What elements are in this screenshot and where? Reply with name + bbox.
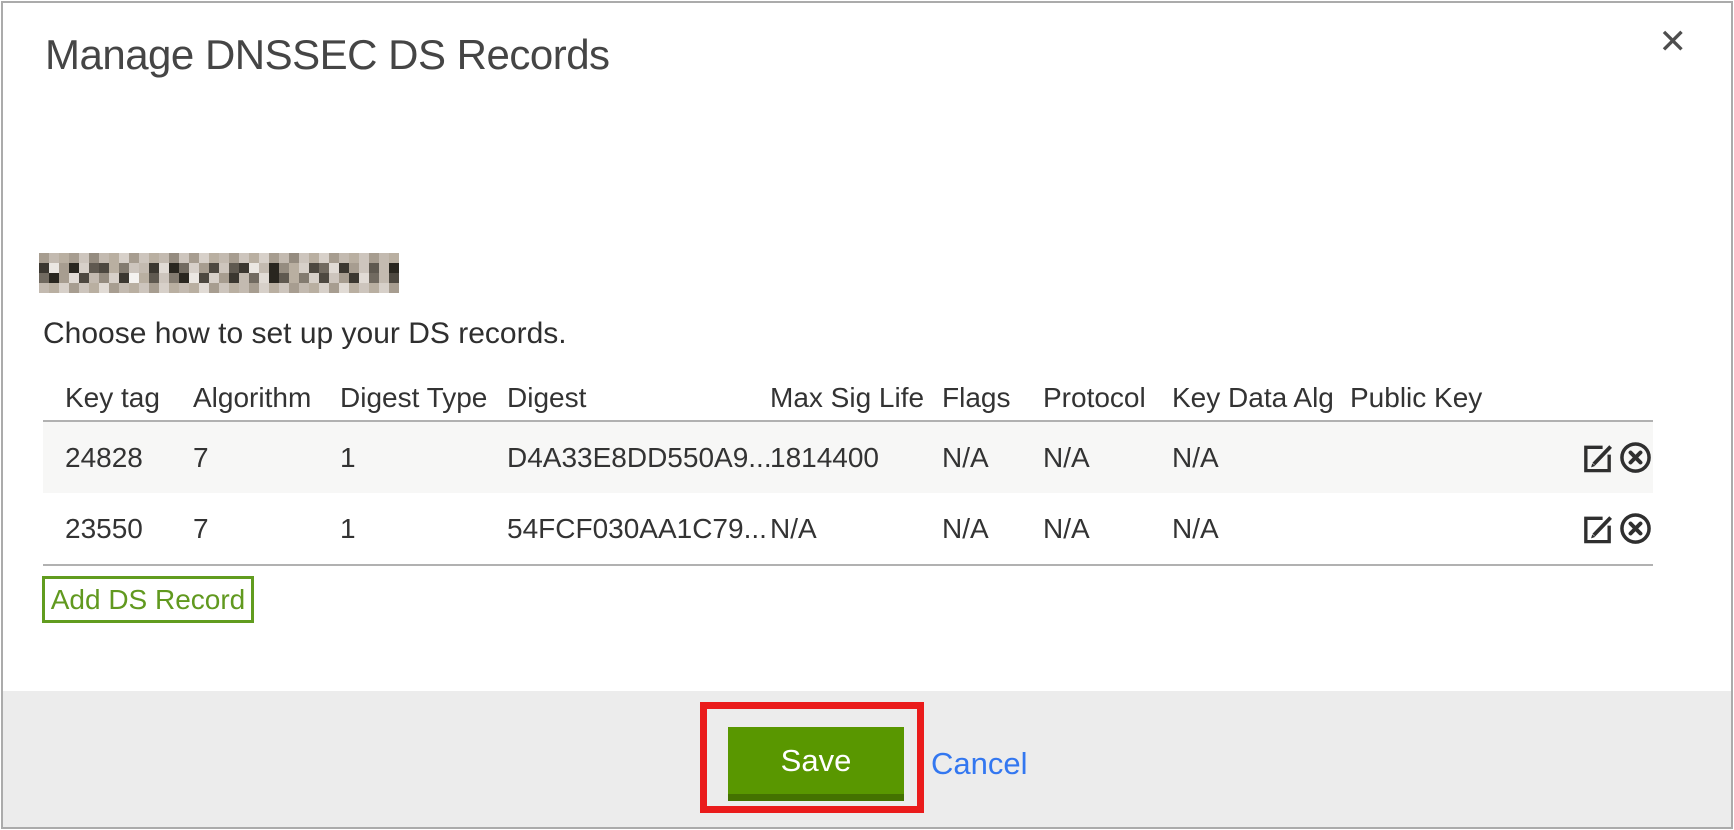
col-digest: Digest <box>507 382 770 414</box>
col-flags: Flags <box>942 382 1043 414</box>
cell-key-data-alg: N/A <box>1172 513 1350 545</box>
col-max-sig-life: Max Sig Life <box>770 382 942 414</box>
cell-digest: D4A33E8DD550A9... <box>507 442 770 474</box>
cell-algorithm: 7 <box>193 513 340 545</box>
cell-digest-type: 1 <box>340 442 507 474</box>
delete-record-icon[interactable] <box>1618 440 1653 475</box>
row-actions <box>1557 440 1653 475</box>
page-title: Manage DNSSEC DS Records <box>45 31 610 79</box>
edit-record-icon[interactable] <box>1580 511 1615 546</box>
cell-key-tag: 23550 <box>65 513 193 545</box>
cell-max-sig-life: N/A <box>770 513 942 545</box>
table-row: 24828 7 1 D4A33E8DD550A9... 1814400 N/A … <box>43 422 1653 493</box>
cell-digest-type: 1 <box>340 513 507 545</box>
intro-text: Choose how to set up your DS records. <box>43 317 567 351</box>
cell-flags: N/A <box>942 442 1043 474</box>
cell-key-tag: 24828 <box>65 442 193 474</box>
add-ds-record-button[interactable]: Add DS Record <box>42 576 254 623</box>
cell-max-sig-life: 1814400 <box>770 442 942 474</box>
col-key-tag: Key tag <box>65 382 193 414</box>
cell-key-data-alg: N/A <box>1172 442 1350 474</box>
cell-flags: N/A <box>942 513 1043 545</box>
cancel-link[interactable]: Cancel <box>931 746 1028 782</box>
col-protocol: Protocol <box>1043 382 1172 414</box>
table-row: 23550 7 1 54FCF030AA1C79... N/A N/A N/A … <box>43 493 1653 564</box>
col-public-key: Public Key <box>1350 382 1557 414</box>
row-actions <box>1557 511 1653 546</box>
cell-digest: 54FCF030AA1C79... <box>507 513 770 545</box>
close-icon[interactable]: ✕ <box>1659 25 1688 59</box>
domain-name-redacted <box>39 253 399 293</box>
cell-protocol: N/A <box>1043 513 1172 545</box>
save-button[interactable]: Save <box>728 727 904 801</box>
col-algorithm: Algorithm <box>193 382 340 414</box>
cell-algorithm: 7 <box>193 442 340 474</box>
col-digest-type: Digest Type <box>340 382 507 414</box>
cell-protocol: N/A <box>1043 442 1172 474</box>
table-body: 24828 7 1 D4A33E8DD550A9... 1814400 N/A … <box>43 420 1653 566</box>
col-key-data-alg: Key Data Alg <box>1172 382 1350 414</box>
edit-record-icon[interactable] <box>1580 440 1615 475</box>
table-header-row: Key tag Algorithm Digest Type Digest Max… <box>43 376 1653 420</box>
delete-record-icon[interactable] <box>1618 511 1653 546</box>
ds-records-table: Key tag Algorithm Digest Type Digest Max… <box>43 376 1653 566</box>
manage-dnssec-dialog: Manage DNSSEC DS Records ✕ Choose how to… <box>1 1 1733 829</box>
